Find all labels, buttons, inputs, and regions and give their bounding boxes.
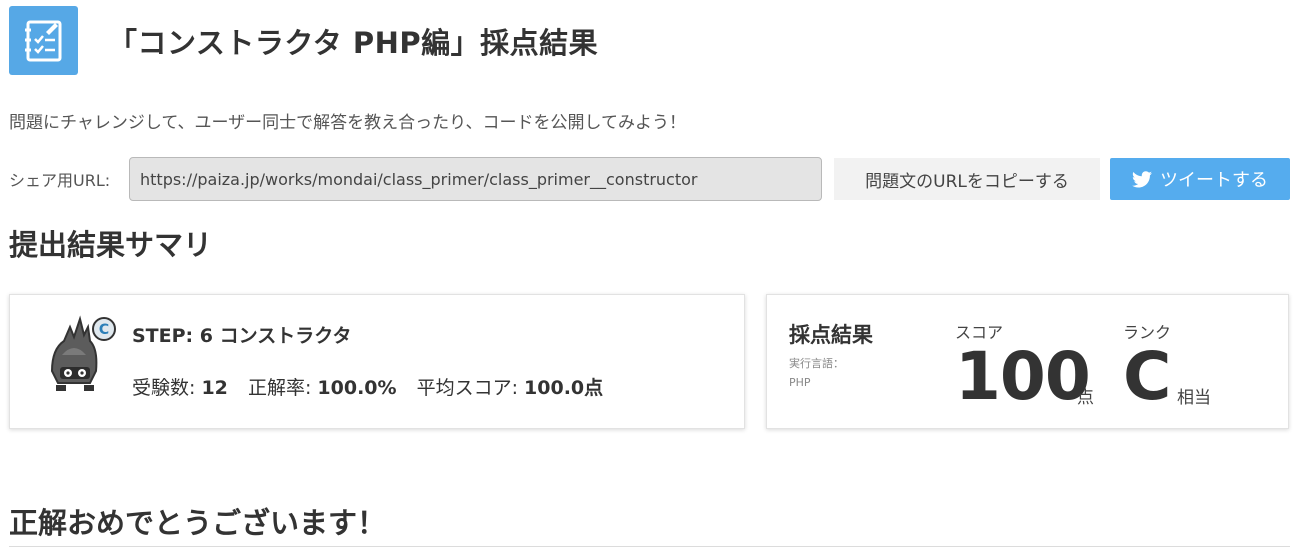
examinees-value: 12	[201, 377, 228, 399]
page: 「コンストラクタ PHP編」採点結果 問題にチャレンジして、ユーザー同士で解答を…	[0, 0, 1303, 554]
language-label: 実行言語：	[789, 357, 844, 370]
intro-text: 問題にチャレンジして、ユーザー同士で解答を教え合ったり、コードを公開してみよう！	[9, 113, 686, 133]
rank-value: C	[1123, 338, 1172, 415]
page-title: 「コンストラクタ PHP編」採点結果	[108, 25, 599, 60]
share-url-field[interactable]: https://paiza.jp/works/mondai/class_prim…	[129, 157, 822, 201]
twitter-bird-icon	[1132, 170, 1152, 187]
step-summary-card: C STEP: 6 コンストラクタ 受験数: 12 正解率: 100.0% 平均…	[9, 294, 745, 429]
share-url-label: シェア用URL:	[9, 171, 111, 190]
summary-title: 提出結果サマリ	[9, 228, 213, 262]
score-value: 100	[955, 338, 1091, 415]
language-value: PHP	[789, 376, 811, 389]
tweet-button[interactable]: ツイートする	[1110, 158, 1290, 200]
step-stats: 受験数: 12 正解率: 100.0% 平均スコア: 100.0点	[132, 373, 617, 400]
avg-score-label: 平均スコア:	[416, 377, 518, 399]
tweet-button-label: ツイートする	[1160, 170, 1268, 191]
copy-url-button[interactable]: 問題文のURLをコピーする	[834, 158, 1100, 200]
svg-text:C: C	[99, 322, 109, 338]
step-title: STEP: 6 コンストラクタ	[132, 325, 352, 347]
score-result-card: 採点結果 実行言語： PHP スコア 100 点 ランク C 相当	[766, 294, 1289, 429]
avg-score-value: 100.0点	[524, 377, 604, 399]
accuracy-value: 100.0%	[317, 377, 397, 399]
score-heading: 採点結果	[789, 323, 873, 347]
checklist-notebook-icon	[9, 6, 78, 75]
score-unit: 点	[1077, 388, 1094, 408]
rank-unit: 相当	[1177, 388, 1211, 408]
examinees-label: 受験数:	[132, 377, 196, 399]
monster-rank-c-icon: C	[38, 315, 118, 395]
header: 「コンストラクタ PHP編」採点結果	[9, 6, 598, 75]
share-row: シェア用URL: https://paiza.jp/works/mondai/c…	[9, 157, 1290, 201]
congrats-heading: 正解おめでとうございます！	[9, 506, 387, 540]
accuracy-label: 正解率:	[247, 377, 312, 399]
divider	[9, 546, 1290, 547]
